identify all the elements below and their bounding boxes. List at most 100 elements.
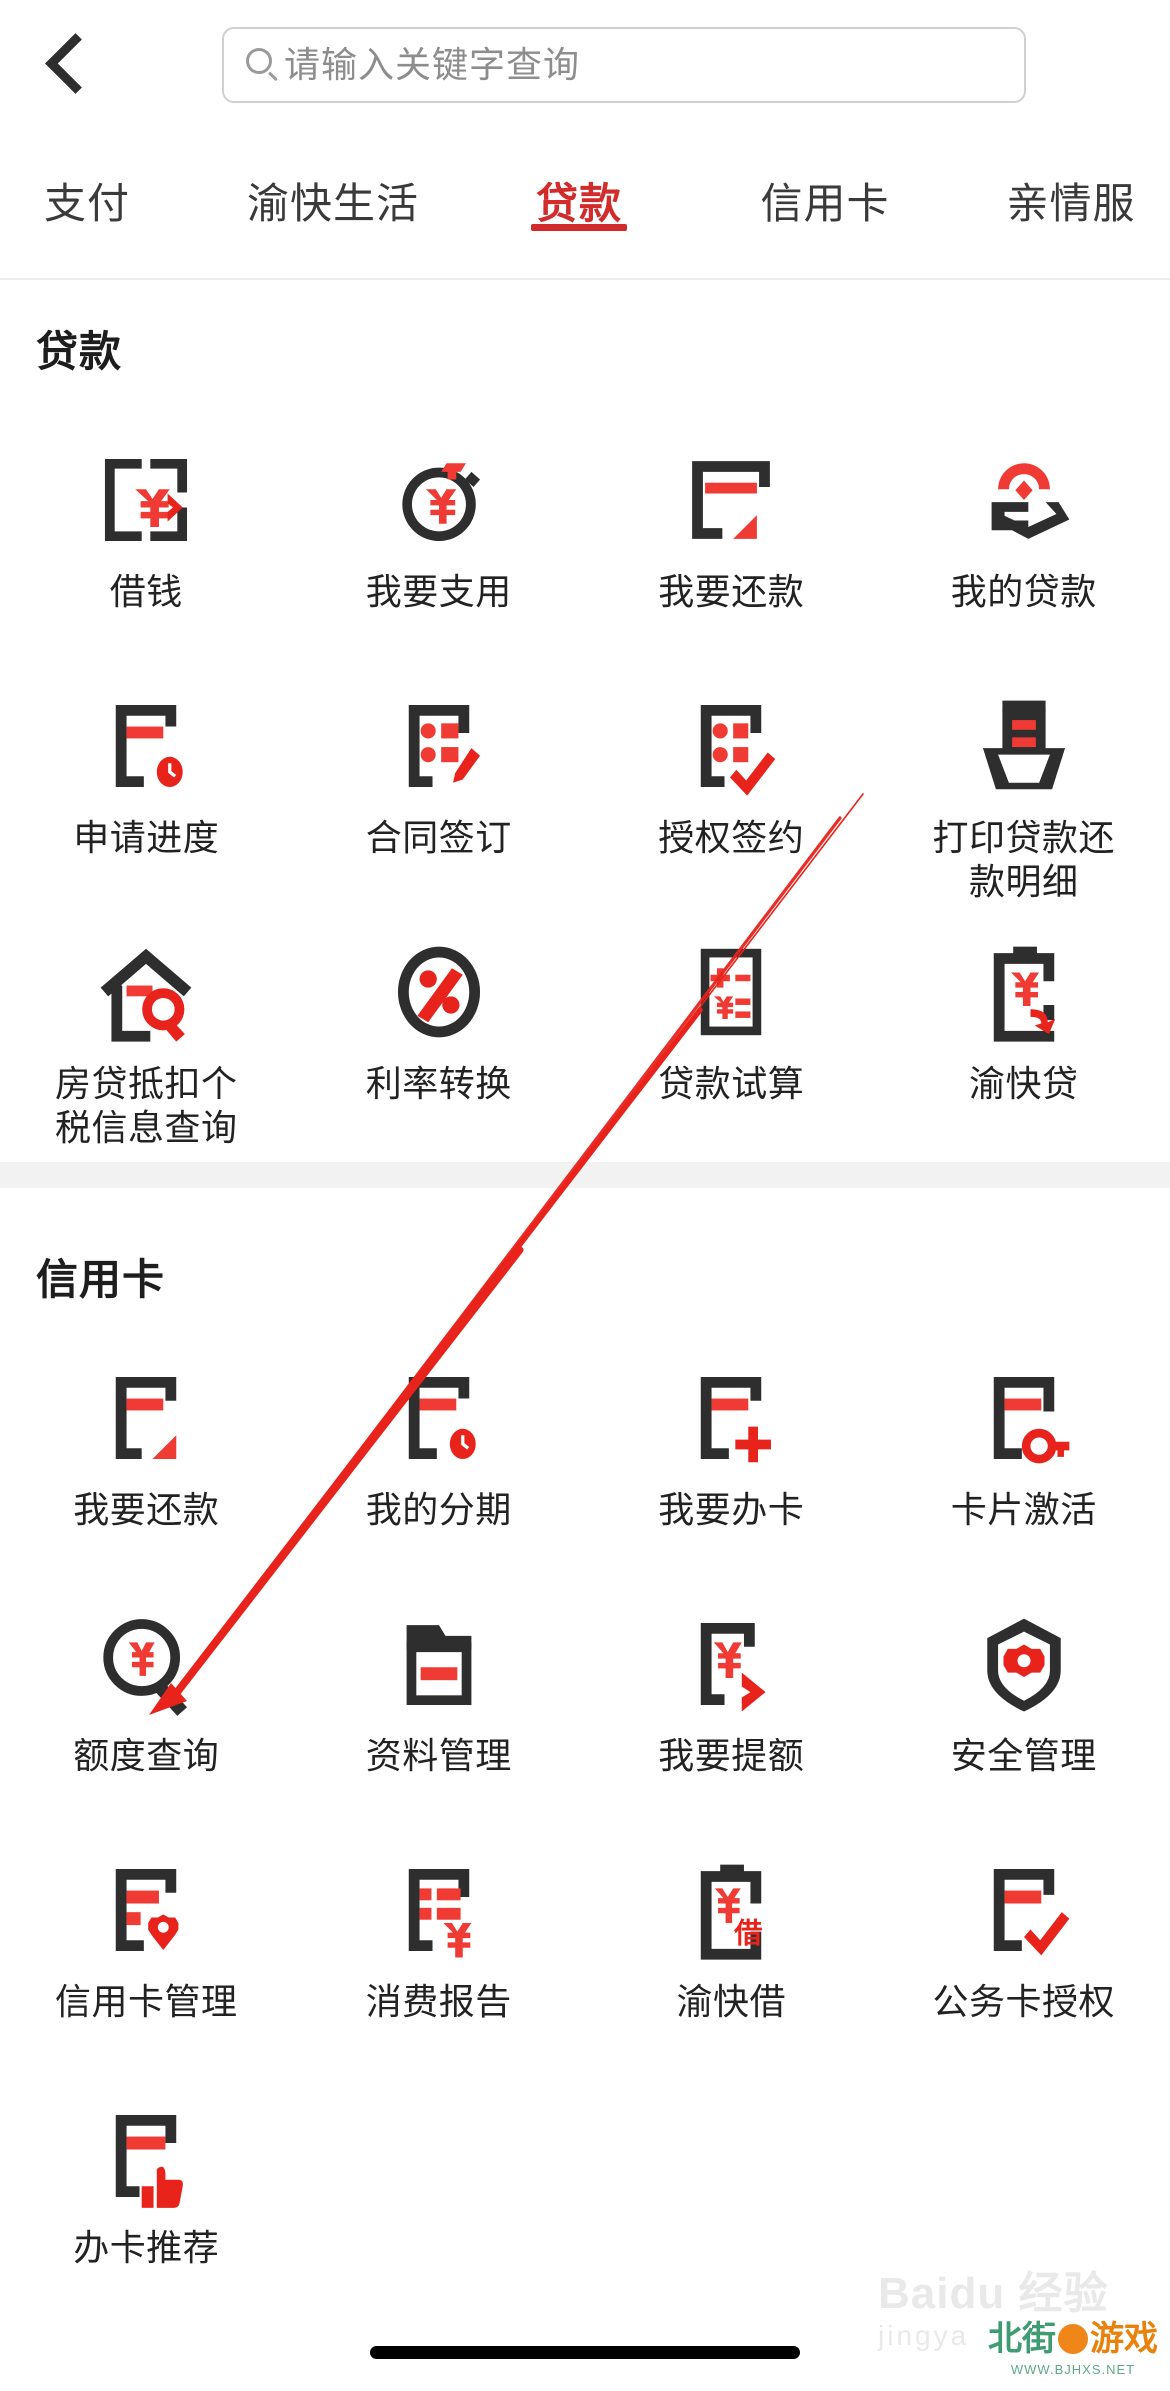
bjhxs-watermark-url: WWW.BJHXS.NET — [1010, 2362, 1136, 2377]
shield-gear-icon — [970, 1610, 1078, 1718]
grid-item-authorization-signing[interactable]: 授权签约 — [585, 666, 878, 912]
list-pen-icon — [385, 692, 493, 800]
grid-item-official-card-auth[interactable]: 公务卡授权 — [878, 1830, 1170, 2076]
card-key-icon — [970, 1364, 1078, 1472]
card-yen-arrow-icon — [677, 1610, 785, 1718]
list-check-icon — [677, 692, 785, 800]
card-repay-icon — [677, 446, 785, 554]
back-button[interactable] — [20, 8, 120, 118]
grid-item-label: 额度查询 — [73, 1735, 220, 1776]
house-search-icon — [92, 938, 200, 1046]
search-input[interactable]: 请输入关键字查询 — [222, 27, 1026, 103]
grid-item-cc-repay[interactable]: 我要还款 — [0, 1338, 293, 1584]
grid-item-repay[interactable]: 我要还款 — [585, 420, 878, 666]
hand-coin-icon — [970, 446, 1078, 554]
grid-item-label: 我要提额 — [658, 1735, 805, 1776]
grid-item-label: 授权签约 — [658, 817, 805, 858]
grid-item-contract-signing[interactable]: 合同签订 — [293, 666, 586, 912]
grid-item-mortgage-tax-query[interactable]: 房贷抵扣个 税信息查询 — [0, 912, 293, 1158]
grid-item-card-recommendation[interactable]: 办卡推荐 — [0, 2076, 293, 2322]
tab-label: 信用卡 — [760, 180, 890, 227]
grid-item-label: 卡片激活 — [950, 1489, 1097, 1530]
grid-item-loan-calculator[interactable]: 贷款试算 — [585, 912, 878, 1158]
tab-yukuai-life[interactable]: 渝快生活 — [210, 130, 456, 231]
grid-item-security-management[interactable]: 安全管理 — [878, 1584, 1170, 1830]
tab-credit-card[interactable]: 信用卡 — [702, 130, 948, 231]
tab-payment[interactable]: 支付 — [0, 130, 210, 231]
bjhxs-watermark-right: 游戏 — [1090, 2320, 1158, 2358]
tab-loan[interactable]: 贷款 — [456, 130, 702, 231]
tab-label: 渝快生活 — [246, 180, 419, 227]
grid-item-increase-limit[interactable]: 我要提额 — [585, 1584, 878, 1830]
grid-item-label: 我的分期 — [365, 1489, 512, 1530]
grid-item-label: 资料管理 — [365, 1735, 512, 1776]
stopwatch-yen-icon — [385, 446, 493, 554]
percent-circle-icon — [385, 938, 493, 1046]
sun-icon — [1058, 2324, 1088, 2354]
grid-item-yukuai-loan[interactable]: 渝快贷 — [878, 912, 1170, 1158]
baidu-watermark-main: Baidu 经验 — [878, 2269, 1109, 2318]
grid-item-cc-management[interactable]: 信用卡管理 — [0, 1830, 293, 2076]
grid-item-label: 申请进度 — [73, 817, 220, 858]
grid-item-yukuai-borrow[interactable]: 借 渝快借 — [585, 1830, 878, 2076]
tab-label: 贷款 — [535, 180, 622, 227]
tab-label: 亲情服 — [1006, 180, 1136, 227]
grid-item-spending-report[interactable]: 消费报告 — [293, 1830, 586, 2076]
loan-grid: 借钱 我要支用 我要还款 我的贷款 申请进度 合同签订 授权签约 打印贷款还 款… — [0, 420, 1170, 1158]
section-title-loan: 贷款 — [36, 328, 123, 375]
home-indicator[interactable] — [370, 2346, 800, 2359]
grid-item-card-activation[interactable]: 卡片激活 — [878, 1338, 1170, 1584]
grid-item-label: 房贷抵扣个 税信息查询 — [54, 1063, 238, 1148]
search-icon — [246, 48, 280, 82]
report-yen-icon — [385, 1856, 493, 1964]
credit-card-grid: 我要还款 我的分期 我要办卡 卡片激活 额度查询 资料管理 我要提额 安全管理 … — [0, 1338, 1170, 2322]
grid-item-borrow-money[interactable]: 借钱 — [0, 420, 293, 666]
folder-icon — [385, 1610, 493, 1718]
grid-item-label: 我要还款 — [73, 1489, 220, 1530]
grid-item-application-progress[interactable]: 申请进度 — [0, 666, 293, 912]
card-yen-arrow-icon — [92, 446, 200, 554]
grid-item-label: 公务卡授权 — [932, 1981, 1115, 2022]
grid-item-label: 渝快借 — [676, 1981, 786, 2022]
grid-item-label: 办卡推荐 — [73, 2227, 220, 2268]
grid-item-label: 我要办卡 — [658, 1489, 805, 1530]
grid-item-label: 贷款试算 — [658, 1063, 805, 1104]
section-title-credit-card: 信用卡 — [36, 1256, 166, 1303]
card-thumbup-icon — [92, 2102, 200, 2210]
card-gear-icon — [92, 1856, 200, 1964]
grid-item-print-repayment-detail[interactable]: 打印贷款还 款明细 — [878, 666, 1170, 912]
section-divider — [0, 1162, 1170, 1188]
clipboard-yen-arrow-icon — [970, 938, 1078, 1046]
grid-item-credit-limit-query[interactable]: 额度查询 — [0, 1584, 293, 1830]
clipboard-jie-icon: 借 — [677, 1856, 785, 1964]
grid-item-label: 我的贷款 — [950, 571, 1097, 612]
grid-item-label: 打印贷款还 款明细 — [932, 817, 1115, 902]
bjhxs-watermark-left: 北街 — [988, 2320, 1056, 2358]
grid-item-rate-conversion[interactable]: 利率转换 — [293, 912, 586, 1158]
bjhxs-watermark: 北街 游戏 WWW.BJHXS.NET — [988, 2322, 1158, 2377]
search-placeholder: 请输入关键字查询 — [284, 44, 581, 85]
svg-text:借: 借 — [733, 1917, 762, 1948]
tab-active-underline — [531, 224, 627, 231]
app-header: 请输入关键字查询 — [0, 0, 1170, 130]
card-clock-icon — [385, 1364, 493, 1472]
tab-label: 支付 — [43, 180, 130, 227]
grid-item-my-loans[interactable]: 我的贷款 — [878, 420, 1170, 666]
tab-family-service[interactable]: 亲情服 — [948, 130, 1170, 231]
grid-item-label: 渝快贷 — [968, 1063, 1079, 1104]
card-plus-icon — [677, 1364, 785, 1472]
printer-icon — [970, 692, 1078, 800]
grid-item-label: 消费报告 — [365, 1981, 512, 2022]
grid-item-label: 借钱 — [109, 571, 183, 612]
magnifier-yen-icon — [92, 1610, 200, 1718]
grid-item-apply-card[interactable]: 我要办卡 — [585, 1338, 878, 1584]
grid-item-my-installments[interactable]: 我的分期 — [293, 1338, 586, 1584]
calculator-icon — [677, 938, 785, 1046]
grid-item-profile-management[interactable]: 资料管理 — [293, 1584, 586, 1830]
grid-item-use-funds[interactable]: 我要支用 — [293, 420, 586, 666]
grid-item-label: 合同签订 — [365, 817, 512, 858]
card-repay-icon — [92, 1364, 200, 1472]
card-clock-icon — [92, 692, 200, 800]
category-tabbar[interactable]: 支付 渝快生活 贷款 信用卡 亲情服 — [0, 130, 1170, 280]
card-check-icon — [970, 1856, 1078, 1964]
